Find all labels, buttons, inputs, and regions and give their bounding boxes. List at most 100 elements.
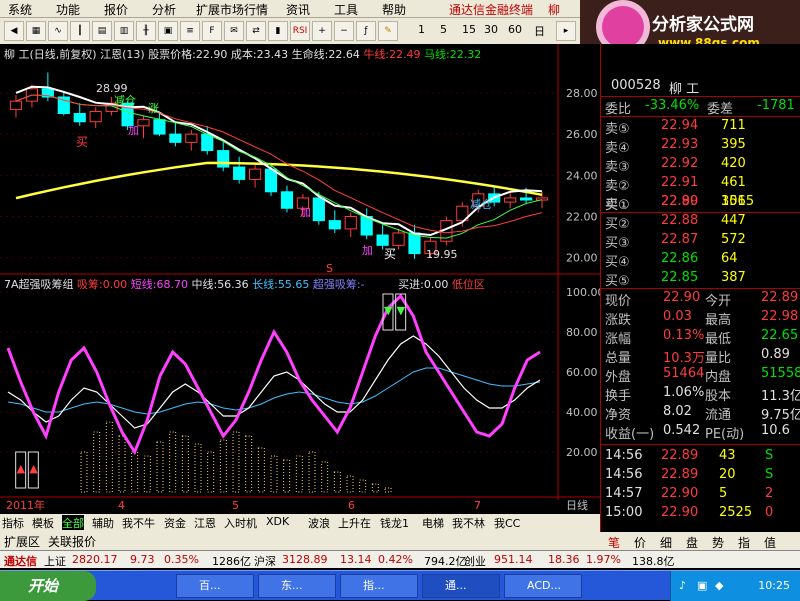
quote-field-label: 涨跌 — [605, 313, 632, 328]
task-button-4[interactable]: 通... — [422, 574, 500, 598]
network-tray-icon[interactable]: ▣ — [697, 579, 707, 592]
candle-body — [233, 166, 246, 180]
tab-9[interactable]: 波浪 — [308, 515, 330, 531]
tab-extended[interactable]: 扩展区 — [4, 533, 40, 550]
tab-14[interactable]: 我CC — [494, 515, 520, 531]
tab-1[interactable]: 模板 — [32, 515, 54, 531]
f10-icon[interactable]: F — [202, 21, 222, 41]
task-button-1[interactable]: 百... — [176, 574, 254, 598]
task-button-3[interactable]: 指... — [340, 574, 418, 598]
split-icon[interactable]: ▣ — [158, 21, 178, 41]
line-chart-icon[interactable]: ∿ — [48, 21, 68, 41]
quote-field-value: 22.90 — [663, 290, 701, 305]
sell-level-label: 卖⑤ — [605, 122, 630, 137]
tab-12[interactable]: 电梯 — [422, 515, 444, 531]
tab-2[interactable]: 全部 — [62, 515, 84, 531]
news-icon[interactable]: ✉ — [224, 21, 244, 41]
right-tab-2[interactable]: 细 — [660, 534, 672, 551]
arrow-icon[interactable]: ▸ — [556, 21, 576, 41]
compare-icon[interactable]: ⇄ — [246, 21, 266, 41]
tab-5[interactable]: 资金 — [164, 515, 186, 531]
buy-level-label: 买④ — [605, 255, 630, 270]
quote-field-label: 换手 — [605, 389, 632, 404]
menu-function[interactable]: 功能 — [56, 1, 80, 18]
rsi-icon[interactable]: RSI — [290, 21, 310, 41]
short-label: 短线: — [130, 278, 157, 291]
ticker-sz-change: 13.14 — [340, 553, 372, 566]
menu-news[interactable]: 资讯 — [286, 1, 310, 18]
ind-axis-tick: 80.00 — [566, 326, 598, 339]
start-button[interactable]: 开始 — [0, 571, 96, 601]
right-tab-4[interactable]: 势 — [712, 534, 724, 551]
ticker-cy-change: 18.36 — [548, 553, 580, 566]
sub-tabs: 扩展区 关联报价 — [0, 530, 600, 550]
sell-level-price: 22.93 — [661, 137, 699, 152]
menu-tools[interactable]: 工具 — [334, 1, 358, 18]
buy-level-label: 买② — [605, 217, 630, 232]
table-icon[interactable]: ▤ — [92, 21, 112, 41]
shield-tray-icon[interactable]: ◆ — [715, 579, 723, 592]
annot-buy1: 买 — [76, 135, 88, 149]
period-15[interactable]: 15 — [462, 23, 476, 36]
right-tab-0[interactable]: 笔 — [608, 534, 620, 551]
buy-label: 买进: — [398, 278, 424, 291]
tick-price: 22.89 — [661, 467, 699, 482]
tab-7[interactable]: 入时机 — [224, 515, 257, 531]
quote-field-value: 0.03 — [663, 309, 692, 324]
menu-system[interactable]: 系统 — [8, 1, 32, 18]
grid-icon[interactable]: ▦ — [26, 21, 46, 41]
quote-field-value: 9.75亿 — [761, 408, 800, 423]
task-button-5[interactable]: ACD... — [504, 574, 582, 598]
tab-8[interactable]: XDK — [266, 515, 289, 528]
candle-body — [264, 168, 278, 193]
tab-11[interactable]: 钱龙1 — [380, 515, 409, 531]
period-60[interactable]: 60 — [508, 23, 522, 36]
tab-3[interactable]: 辅助 — [92, 515, 114, 531]
tab-related-quote[interactable]: 关联报价 — [48, 533, 96, 550]
right-tab-5[interactable]: 指 — [738, 534, 750, 551]
zoom-out-icon[interactable]: − — [334, 21, 354, 41]
tab-4[interactable]: 我不牛 — [122, 515, 155, 531]
right-tab-6[interactable]: 值 — [764, 534, 776, 551]
period-1[interactable]: 1 — [418, 23, 425, 36]
zoom-in-icon[interactable]: + — [312, 21, 332, 41]
long-label: 长线: — [252, 278, 278, 291]
quote-field-value: 51464 — [663, 366, 705, 381]
menu-quote[interactable]: 报价 — [104, 1, 128, 18]
tab-6[interactable]: 江恩 — [194, 515, 216, 531]
buy-level-label: 买③ — [605, 236, 630, 251]
indicator-header: 7A超强吸筹组 吸筹:0.00 短线:68.70 中线:56.36 长线:55.… — [4, 276, 485, 292]
time-axis-label: 7 — [474, 499, 481, 512]
quote-field-value: 51558 — [761, 366, 800, 381]
tick-volume: 43 — [719, 448, 736, 463]
tab-10[interactable]: 上升在 — [338, 515, 371, 531]
bars-icon[interactable]: ▥ — [114, 21, 134, 41]
menu-help[interactable]: 帮助 — [382, 1, 406, 18]
kline-icon[interactable]: ╫ — [136, 21, 156, 41]
ticker-cy-label: 创业 — [464, 555, 486, 568]
volume-tray-icon[interactable]: ♪ — [679, 579, 686, 592]
formula-icon[interactable]: ƒ — [356, 21, 376, 41]
signal-arrow-icon: ▲ — [29, 462, 38, 475]
volume-icon[interactable]: ▮ — [268, 21, 288, 41]
quote-panel: 000528 柳 工 委比 -33.46% 委差 -1781 卖⑤ 22.94 71… — [600, 44, 800, 532]
right-tab-3[interactable]: 盘 — [686, 534, 698, 551]
pencil-icon[interactable]: ✎ — [378, 21, 398, 41]
list-icon[interactable]: ≡ — [180, 21, 200, 41]
period-day[interactable]: 日 — [534, 23, 545, 39]
period-30[interactable]: 30 — [484, 23, 498, 36]
menu-extended-market[interactable]: 扩展市场行情 — [196, 1, 268, 18]
cost-label: 成本: — [230, 48, 257, 61]
candle-body — [328, 220, 341, 230]
menu-analysis[interactable]: 分析 — [152, 1, 176, 18]
period-5[interactable]: 5 — [440, 23, 447, 36]
tab-0[interactable]: 指标 — [2, 515, 24, 531]
sell-level-price: 22.91 — [661, 175, 699, 190]
tab-13[interactable]: 我不林 — [452, 515, 485, 531]
right-tab-1[interactable]: 价 — [634, 534, 646, 551]
task-button-2[interactable]: 东... — [258, 574, 336, 598]
kline-header: 柳 工(日线,前复权) 江恩(13) 股票价格:22.90 成本:23.43 生… — [4, 46, 481, 62]
weibi-value: -33.46% — [645, 98, 700, 113]
candle-icon[interactable]: ┃ — [70, 21, 90, 41]
back-icon[interactable]: ◀ — [4, 21, 24, 41]
